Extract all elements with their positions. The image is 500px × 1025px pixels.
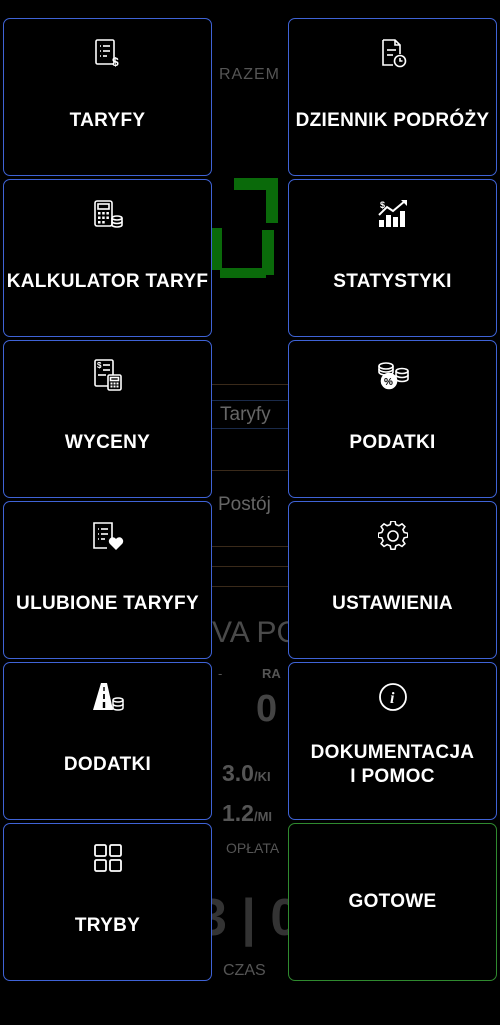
- rate2-value: 1.2/MI: [222, 800, 273, 826]
- tile-kalkulator-taryf[interactable]: KALKULATOR TARYF: [3, 179, 212, 337]
- nowa-po-label: VA PC: [212, 616, 288, 649]
- tile-label: TRYBY: [74, 915, 141, 936]
- grid-modes-icon: [93, 842, 123, 874]
- tile-label: TARYFY: [69, 110, 146, 131]
- tile-dodatki[interactable]: DODATKI: [3, 662, 212, 820]
- taryfy-bg-label: Taryfy: [220, 404, 271, 425]
- oplata-label: OPŁATA: [226, 840, 280, 856]
- tile-label: DZIENNIK PODRÓŻY: [295, 110, 490, 131]
- background-meter: RAZEM Taryfy Postój VA PC - RA 0 3.0/KI …: [212, 0, 288, 1025]
- tax-coins-percent-icon: %: [375, 359, 411, 391]
- tile-label: DOKUMENTACJA I POMOC: [310, 742, 475, 787]
- tile-wyceny[interactable]: $ WYCENY: [3, 340, 212, 498]
- info-circle-icon: i: [378, 681, 408, 713]
- tile-label: ULUBIONE TARYFY: [16, 593, 199, 614]
- svg-text:i: i: [390, 690, 395, 707]
- tile-podatki[interactable]: % PODATKI: [288, 340, 497, 498]
- gear-icon: [377, 520, 408, 552]
- big-digits: 3 | 0: [212, 889, 288, 947]
- favorite-list-heart-icon: [91, 520, 125, 552]
- tile-ulubione-taryfy[interactable]: ULUBIONE TARYFY: [3, 501, 212, 659]
- quote-calculator-icon: $: [92, 359, 124, 391]
- tile-taryfy[interactable]: $ TARYFY: [3, 18, 212, 176]
- tile-label: WYCENY: [64, 432, 151, 453]
- done-button[interactable]: GOTOWE: [288, 823, 497, 981]
- calculator-coins-icon: [92, 198, 124, 230]
- svg-text:%: %: [384, 377, 393, 388]
- zero-value: 0: [256, 688, 278, 730]
- svg-text:$: $: [112, 55, 119, 69]
- tile-label: STATYSTYKI: [333, 271, 452, 292]
- fare-list-dollar-icon: $: [92, 37, 124, 69]
- svg-text:$: $: [97, 361, 102, 370]
- statistics-chart-icon: $: [377, 198, 409, 230]
- tile-label: USTAWIENIA: [332, 593, 453, 614]
- tile-ustawienia[interactable]: USTAWIENIA: [288, 501, 497, 659]
- svg-text:$: $: [380, 200, 385, 210]
- tile-dziennik-podrozy[interactable]: DZIENNIK PODRÓŻY: [288, 18, 497, 176]
- tile-statystyki[interactable]: $ STATYSTYKI: [288, 179, 497, 337]
- tile-dokumentacja-i-pomoc[interactable]: i DOKUMENTACJA I POMOC: [288, 662, 497, 820]
- tile-label: KALKULATOR TARYF: [6, 271, 209, 292]
- tile-tryby[interactable]: TRYBY: [3, 823, 212, 981]
- razem-label: RAZEM: [219, 66, 280, 83]
- trip-log-clock-icon: [377, 37, 409, 69]
- rate1-value: 3.0/KI: [222, 760, 271, 786]
- tile-label: DODATKI: [63, 754, 152, 775]
- ra-label: RA: [262, 666, 281, 681]
- tile-label: PODATKI: [349, 432, 436, 453]
- road-coins-icon: [91, 681, 125, 713]
- czas-label: CZAS: [223, 962, 266, 979]
- done-label: GOTOWE: [348, 891, 437, 912]
- dash-label: -: [218, 666, 223, 681]
- postoj-label: Postój: [218, 494, 271, 515]
